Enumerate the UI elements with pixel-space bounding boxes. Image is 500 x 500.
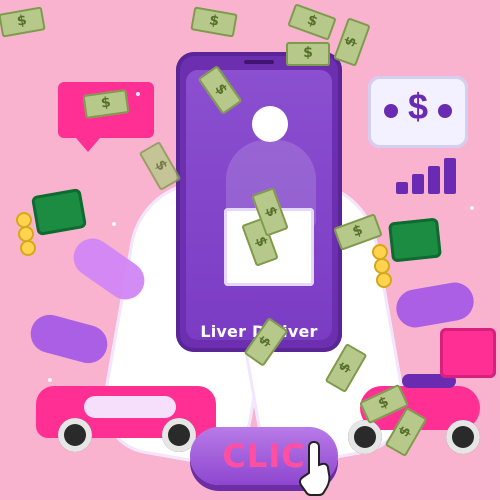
leaf-decoration [26, 310, 112, 368]
scooter-wheel [348, 420, 382, 454]
scooter-wheel [446, 420, 480, 454]
money-bill-icon [0, 6, 46, 38]
money-bill-icon [190, 6, 238, 38]
leaf-decoration [393, 279, 477, 331]
coin-icon [20, 240, 36, 256]
delivery-person-head [252, 106, 288, 142]
car-window [84, 396, 176, 418]
cursor-hand-icon [298, 440, 331, 496]
chart-bar [412, 174, 424, 194]
dollar-sign-icon: $ [407, 86, 429, 127]
dollar-card-icon: $ [368, 76, 468, 148]
money-stack-icon [30, 187, 88, 237]
coin-icon [376, 272, 392, 288]
money-bill-icon [286, 42, 330, 66]
sparkle-icon [48, 378, 52, 382]
sparkle-icon [136, 92, 140, 96]
chart-bar [428, 166, 440, 194]
promo-stage: $ Liver Deliver [0, 0, 500, 500]
money-bill-icon [333, 17, 371, 67]
dot-icon [438, 104, 452, 118]
sparkle-icon [112, 222, 116, 226]
delivery-box-icon [440, 328, 496, 378]
car-wheel [58, 418, 92, 452]
car-icon [36, 386, 216, 452]
money-bill-icon [287, 3, 337, 41]
chart-bar [444, 158, 456, 194]
money-stack-icon [388, 217, 442, 263]
chart-bar [396, 182, 408, 194]
chart-icon [396, 150, 466, 194]
sparkle-icon [470, 206, 474, 210]
money-bill-icon [138, 140, 182, 192]
speaker-icon [244, 60, 274, 64]
